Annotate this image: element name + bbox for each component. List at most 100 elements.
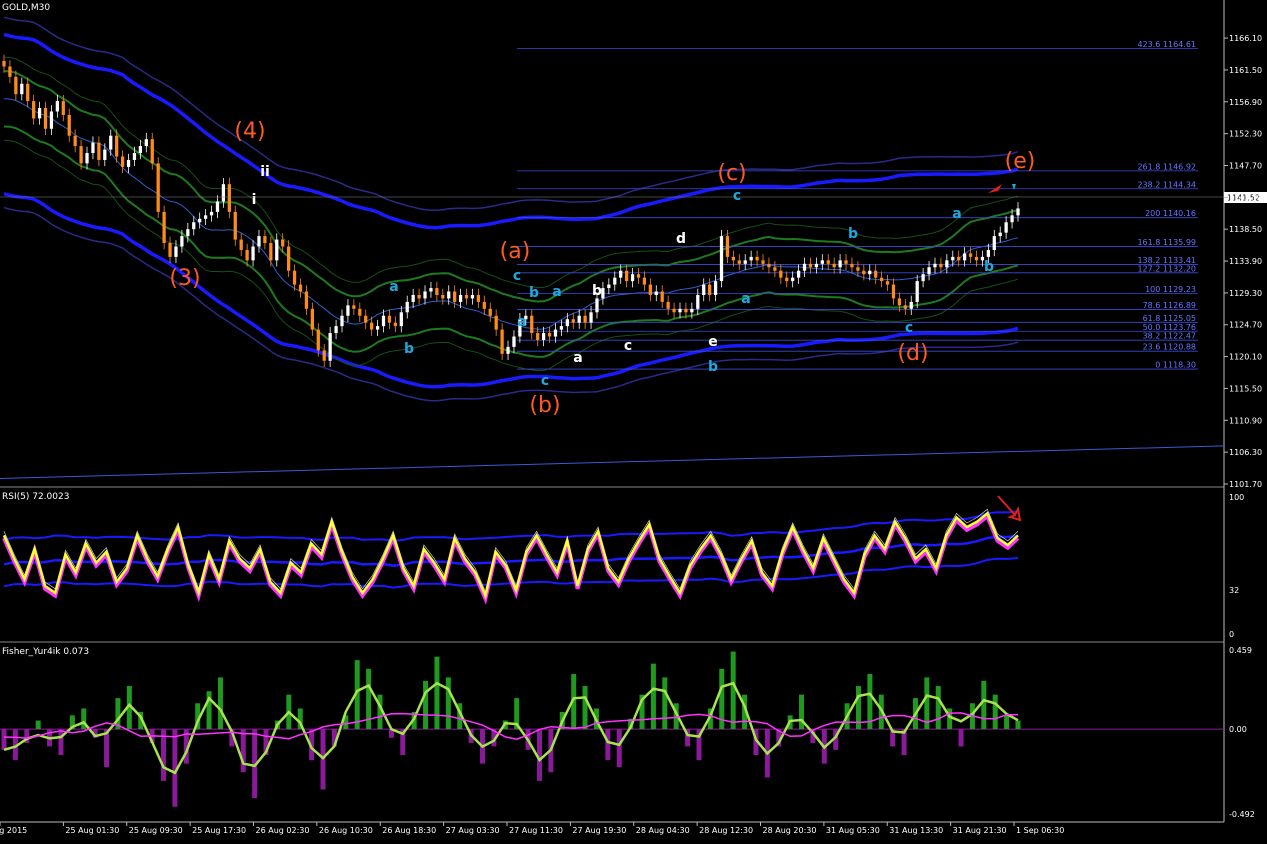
- candle-body: [731, 256, 735, 261]
- candle-body: [998, 232, 1002, 237]
- rsi-tick-label: 0: [1229, 630, 1234, 639]
- candle-body: [796, 270, 801, 278]
- wave-label: a: [552, 284, 561, 300]
- candle-body: [292, 270, 297, 285]
- candle-body: [891, 284, 896, 299]
- candle-body: [625, 270, 629, 282]
- candle-body: [364, 315, 368, 323]
- fisher-bar: [958, 729, 964, 747]
- price-tick-label: 1120.10: [1229, 353, 1262, 362]
- candle-body: [897, 298, 902, 306]
- price-tick-label: 1133.90: [1229, 257, 1262, 266]
- time-tick-label: 25 Aug 09:30: [129, 826, 183, 835]
- candle-body: [767, 263, 771, 268]
- candle-body: [227, 184, 231, 212]
- fib-level-label: 0 1118.30: [1155, 361, 1196, 370]
- time-tick-label: 28 Aug 12:30: [699, 826, 753, 835]
- candle-body: [453, 291, 457, 302]
- rsi-title: RSI(5) 72.0023: [2, 492, 69, 502]
- candle-body: [162, 211, 166, 244]
- candle-body: [245, 249, 249, 261]
- candle-body: [441, 294, 445, 299]
- candle-body: [198, 218, 202, 223]
- candle-body: [275, 239, 279, 261]
- candle-body: [304, 291, 309, 309]
- candle-body: [506, 346, 510, 354]
- fisher-bar: [981, 680, 987, 730]
- candle-body: [915, 281, 919, 302]
- candle-body: [328, 333, 332, 361]
- candle-body: [233, 211, 237, 240]
- wave-label: ii: [260, 164, 270, 180]
- candle-body: [619, 270, 623, 278]
- wave-label: a: [389, 279, 398, 295]
- wave-label: b: [984, 259, 994, 275]
- fib-level-label: 261.8 1146.92: [1137, 162, 1196, 171]
- fib-level-label: 23.6 1120.88: [1143, 343, 1196, 352]
- fib-level-label: 78.6 1126.89: [1143, 301, 1196, 310]
- candle-body: [553, 329, 558, 337]
- candle-body: [287, 246, 291, 271]
- fib-level-label: 423.6 1164.61: [1137, 40, 1196, 49]
- wave-label: c: [513, 268, 521, 284]
- candle-body: [1016, 208, 1020, 216]
- candle-body: [352, 305, 356, 309]
- fib-level-label: 61.8 1125.05: [1143, 314, 1196, 323]
- wave-label: b: [404, 341, 414, 357]
- candle-body: [939, 263, 943, 268]
- candle-body: [192, 222, 196, 230]
- candle-body: [156, 163, 160, 212]
- candle-body: [26, 83, 30, 102]
- candle-body: [844, 260, 848, 264]
- wave-label: a: [741, 291, 750, 307]
- time-tick-label: 26 Aug 02:30: [256, 826, 310, 835]
- fisher-title: Fisher_Yur4ik 0.073: [2, 647, 89, 657]
- candle-body: [636, 274, 641, 278]
- candle-body: [737, 260, 741, 264]
- candle-body: [874, 270, 878, 278]
- candle-body: [879, 277, 884, 282]
- fisher-bar: [35, 720, 41, 730]
- price-tick-label: 1110.90: [1229, 416, 1262, 425]
- fisher-tick-label: 0.00: [1229, 725, 1247, 734]
- candle-body: [951, 256, 955, 261]
- fib-level-label: 127.2 1132.20: [1137, 264, 1196, 273]
- candle-body: [708, 284, 712, 295]
- time-tick-label: 27 Aug 03:30: [446, 826, 500, 835]
- candle-body: [138, 146, 143, 154]
- candle-body: [678, 308, 682, 313]
- price-tick-label: 1143.10: [1229, 193, 1262, 202]
- time-tick-label: 26 Aug 10:30: [319, 826, 373, 835]
- candle-body: [862, 270, 866, 275]
- candle-body: [257, 236, 261, 247]
- candle-body: [921, 274, 925, 282]
- candle-body: [387, 315, 392, 323]
- candle-body: [607, 284, 611, 289]
- fisher-bar: [423, 680, 429, 730]
- candle-body: [73, 135, 77, 147]
- candle-body: [494, 315, 498, 330]
- candle-body: [725, 236, 730, 257]
- fisher-tick-label: -0.492: [1229, 810, 1255, 819]
- price-tick-label: 1166.10: [1229, 34, 1262, 43]
- candle-body: [49, 111, 54, 129]
- candle-body: [672, 308, 676, 313]
- candle-body: [358, 308, 362, 316]
- trading-chart[interactable]: GOLD,M30 RSI(5) 72.0023 Fisher_Yur4ik 0.…: [0, 0, 1267, 844]
- candle-body: [215, 201, 220, 212]
- wave-label: b: [848, 226, 858, 242]
- candle-body: [85, 153, 89, 164]
- fisher-tick-label: 0.459: [1229, 646, 1252, 655]
- candle-body: [945, 260, 949, 268]
- candle-body: [968, 253, 973, 257]
- candle-body: [464, 294, 469, 299]
- candle-body: [802, 263, 807, 271]
- candle-body: [654, 291, 658, 295]
- time-tick-label: 28 Aug 04:30: [636, 826, 690, 835]
- candle-body: [97, 142, 101, 160]
- candle-body: [856, 267, 860, 271]
- wave-label: (d): [897, 341, 928, 366]
- candle-body: [761, 260, 765, 264]
- candle-body: [666, 301, 670, 309]
- candle-body: [589, 312, 593, 323]
